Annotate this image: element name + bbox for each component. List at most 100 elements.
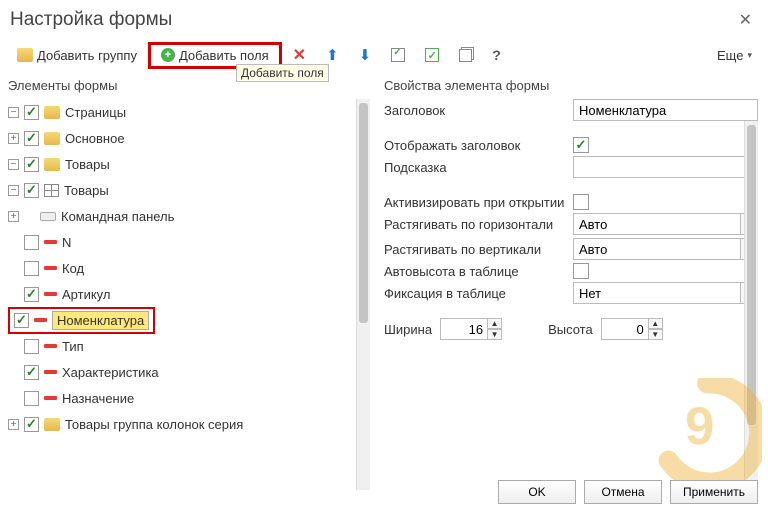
toolbar: Добавить группу + Добавить поля ✕ ⬆ ⬇ ✓ … [0,38,768,74]
table-icon [44,184,59,197]
width-stepper[interactable]: ▲▼ [440,318,502,340]
fixation-select[interactable]: ▾ [573,282,758,304]
tree-node-code[interactable]: Код [8,255,370,281]
add-fields-label: Добавить поля [179,48,269,63]
tree-node-nomen[interactable]: Номенклатура [8,307,370,333]
checkbox[interactable] [24,287,39,302]
step-up-icon[interactable]: ▲ [649,318,663,329]
scrollbar[interactable] [744,121,758,490]
check-button[interactable]: ✓ [416,43,448,67]
tree-node-article[interactable]: Артикул [8,281,370,307]
scrollbar-thumb[interactable] [359,103,368,323]
tree-node-goods[interactable]: −Товары [8,151,370,177]
checklist-icon [391,48,405,62]
field-icon [44,240,57,244]
label-stretch-h: Растягивать по горизонтали [384,217,569,232]
folder-icon [44,418,60,431]
checkbox[interactable] [24,339,39,354]
field-icon [44,266,57,270]
label-width: Ширина [384,322,432,337]
folder-add-icon [17,48,33,62]
stretch-h-select[interactable]: ▾ [573,213,758,235]
height-stepper[interactable]: ▲▼ [601,318,663,340]
move-down-button[interactable]: ⬇ [350,41,381,69]
expander-icon[interactable]: − [8,107,19,118]
tree-node-pages[interactable]: −Страницы [8,99,370,125]
folder-icon [44,106,60,119]
scrollbar-thumb[interactable] [747,125,756,425]
title-input[interactable] [573,99,758,121]
tree-node-cmd-panel[interactable]: +Командная панель [8,203,370,229]
step-down-icon[interactable]: ▼ [649,329,663,340]
tree-node-main[interactable]: +Основное [8,125,370,151]
checkbox[interactable] [24,261,39,276]
expander-icon[interactable]: − [8,159,19,170]
checkbox[interactable] [24,235,39,250]
show-title-checkbox[interactable] [573,137,589,153]
copy-icon [459,49,472,62]
label-height: Высота [548,322,593,337]
field-icon [44,370,57,374]
page-title: Настройка формы [10,9,172,31]
expander-icon[interactable]: + [8,133,19,144]
apply-button[interactable]: Применить [670,480,758,504]
check-square-icon: ✓ [425,48,439,62]
chevron-down-icon: ▾ [747,50,752,61]
question-icon: ? [492,47,501,63]
tooltip: Добавить поля [236,64,329,82]
panel-icon [40,212,56,221]
arrow-down-icon: ⬇ [359,46,372,64]
stretch-v-select[interactable]: ▾ [573,238,758,260]
expander-icon[interactable]: + [8,211,19,222]
checkbox[interactable] [24,157,39,172]
add-group-button[interactable]: Добавить группу [8,43,146,68]
checkbox[interactable] [14,313,29,328]
field-icon [44,396,57,400]
width-input[interactable] [440,318,488,340]
label-show-title: Отображать заголовок [384,138,569,153]
form-tree: −Страницы +Основное −Товары −Товары +Ком… [8,99,370,437]
tree-node-n[interactable]: N [8,229,370,255]
label-title: Заголовок [384,103,569,118]
more-label: Еще [717,48,743,63]
step-down-icon[interactable]: ▼ [488,329,502,340]
step-up-icon[interactable]: ▲ [488,318,502,329]
checkbox[interactable] [24,183,39,198]
label-stretch-v: Растягивать по вертикали [384,242,569,257]
expander-icon[interactable]: + [8,419,19,430]
help-button[interactable]: ? [483,42,510,68]
footer-buttons: OK Отмена Применить [498,480,758,504]
add-group-label: Добавить группу [37,48,137,63]
tree-node-char[interactable]: Характеристика [8,359,370,385]
ok-button[interactable]: OK [498,480,576,504]
activate-checkbox[interactable] [573,194,589,210]
tree-node-purpose[interactable]: Назначение [8,385,370,411]
delete-icon: ✕ [293,45,306,65]
field-icon [44,344,57,348]
copy-button[interactable] [450,44,481,67]
folder-icon [44,132,60,145]
checkbox[interactable] [24,131,39,146]
checkbox[interactable] [24,417,39,432]
cancel-button[interactable]: Отмена [584,480,662,504]
label-fixation: Фиксация в таблице [384,286,569,301]
more-menu[interactable]: Еще ▾ [709,44,760,67]
checkbox[interactable] [24,365,39,380]
checkbox[interactable] [24,105,39,120]
right-section-title: Свойства элемента формы [384,78,758,93]
height-input[interactable] [601,318,649,340]
hint-input[interactable] [573,156,758,178]
autoh-checkbox[interactable] [573,263,589,279]
scrollbar[interactable] [356,99,370,490]
tree-node-col-group[interactable]: +Товары группа колонок серия [8,411,370,437]
field-icon [34,318,47,322]
checkbox[interactable] [24,391,39,406]
tree-node-type[interactable]: Тип [8,333,370,359]
properties-grid: Заголовок Отображать заголовок Подсказка… [384,99,758,304]
close-icon[interactable]: ✕ [733,8,758,32]
check-all-button[interactable] [382,43,414,67]
expander-icon[interactable]: − [8,185,19,196]
folder-icon [44,158,60,171]
arrow-up-icon: ⬆ [326,46,339,64]
tree-node-goods-table[interactable]: −Товары [8,177,370,203]
